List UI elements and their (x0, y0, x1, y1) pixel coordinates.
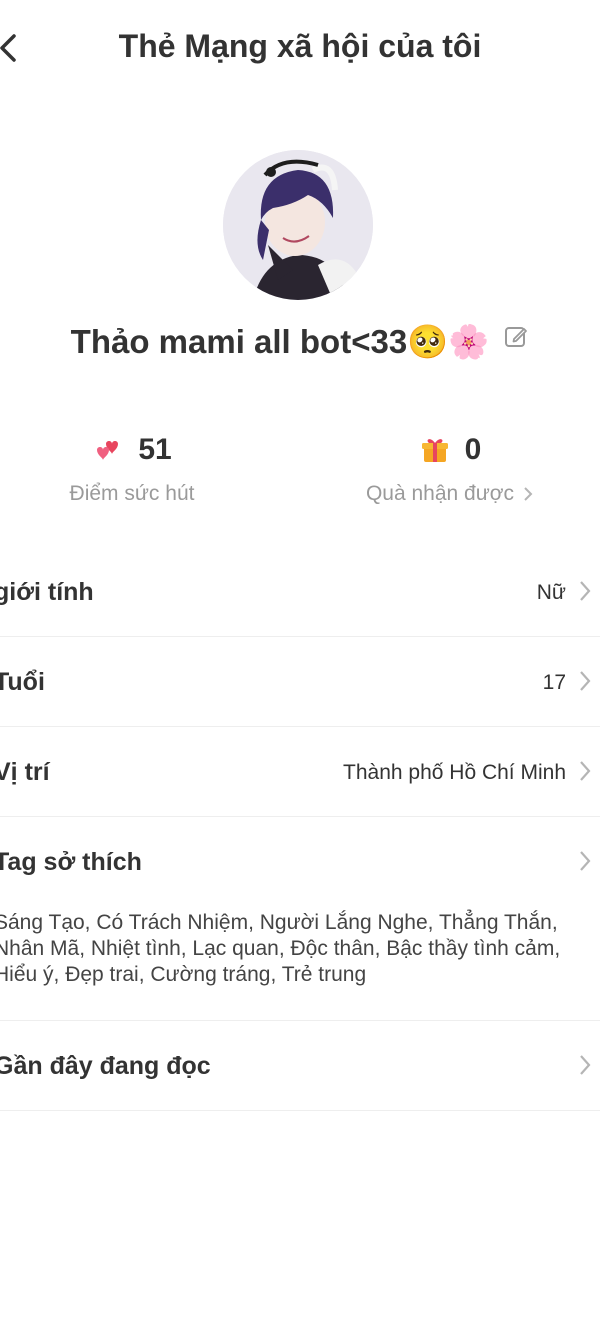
charm-stat: 51 Điểm sức hút (0, 430, 282, 506)
gifts-stat[interactable]: 0 Quà nhận được (300, 430, 600, 506)
chevron-right-icon (580, 671, 591, 691)
age-value: 17 (542, 671, 566, 694)
location-label: Vị trí (0, 758, 50, 786)
gifts-value: 0 (464, 433, 482, 466)
charm-label: Điểm sức hút (69, 482, 195, 505)
gender-value: Nữ (536, 581, 566, 604)
interest-tags-line: Sáng Tạo, Có Trách Nhiệm, Người Lắng Ngh… (0, 911, 558, 934)
header: Thẻ Mạng xã hội của tôi (0, 0, 600, 96)
gender-row[interactable]: giới tính Nữ (0, 548, 600, 637)
page-title: Thẻ Mạng xã hội của tôi (118, 28, 482, 64)
avatar[interactable] (223, 150, 373, 300)
age-row[interactable]: Tuổi 17 (0, 637, 600, 727)
chevron-right-icon (580, 851, 591, 871)
hearts-icon (97, 441, 119, 460)
interests-label: Tag sở thích (0, 848, 142, 876)
interest-tags: Sáng Tạo, Có Trách Nhiệm, Người Lắng Ngh… (0, 910, 594, 988)
location-value: Thành phố Hồ Chí Minh (343, 761, 566, 784)
gift-icon (421, 439, 448, 462)
avatar-image (223, 150, 373, 300)
interest-tags-line: Hiểu ý, Đẹp trai, Cường tráng, Trẻ trung (0, 963, 367, 986)
profile-name-row: Thảo mami all bot<33🥺🌸 (0, 323, 600, 362)
location-row[interactable]: Vị trí Thành phố Hồ Chí Minh (0, 727, 600, 817)
recent-reading-label: Gần đây đang đọc (0, 1052, 211, 1080)
chevron-right-icon (580, 581, 591, 601)
interest-tags-line: Nhân Mã, Nhiệt tình, Lạc quan, Độc thân,… (0, 937, 561, 960)
chevron-right-icon (580, 1055, 591, 1075)
chevron-right-icon (524, 487, 533, 501)
social-card-screen: Thẻ Mạng xã hội của tôi Thảo mami all bo… (0, 0, 600, 1343)
recent-reading-row[interactable]: Gần đây đang đọc (0, 1021, 600, 1111)
age-label: Tuổi (0, 668, 45, 696)
chevron-right-icon (580, 761, 591, 781)
gender-label: giới tính (0, 578, 94, 606)
charm-value: 51 (138, 433, 172, 466)
profile-name: Thảo mami all bot<33🥺🌸 (70, 323, 490, 360)
gifts-label: Quà nhận được (365, 482, 515, 505)
edit-icon[interactable] (503, 324, 529, 350)
